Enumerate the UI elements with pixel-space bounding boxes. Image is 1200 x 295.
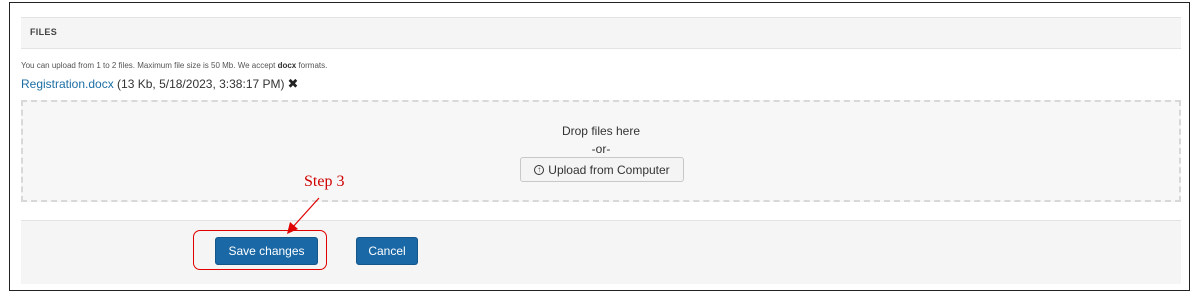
or-separator-text: -or- [591, 142, 611, 156]
upload-button-label: Upload from Computer [548, 162, 670, 177]
upload-from-computer-button[interactable]: ↑ Upload from Computer [520, 157, 684, 182]
uploaded-file-details: (13 Kb, 5/18/2023, 3:38:17 PM) [113, 77, 285, 91]
remove-file-icon[interactable]: ✖ [288, 76, 299, 92]
uploaded-file-link[interactable]: Registration.docx [21, 77, 114, 91]
upload-arrow-icon: ↑ [534, 164, 545, 175]
upload-info-suffix: formats. [296, 61, 328, 70]
drop-files-text: Drop files here [561, 124, 641, 138]
upload-info-formats: docx [277, 61, 297, 70]
cancel-button[interactable]: Cancel [356, 237, 418, 265]
files-section-header: FILES [21, 17, 1181, 49]
step-annotation-label: Step 3 [304, 173, 345, 190]
step-highlight-box [193, 230, 327, 270]
uploaded-file-row: Registration.docx (13 Kb, 5/18/2023, 3:3… [21, 76, 298, 92]
upload-info-text: You can upload from 1 to 2 files. Maximu… [21, 61, 327, 70]
files-section-title: FILES [30, 27, 58, 37]
file-dropzone[interactable]: Drop files here -or- ↑ Upload from Compu… [21, 100, 1181, 202]
upload-info-prefix: You can upload from 1 to 2 files. Maximu… [21, 61, 278, 70]
